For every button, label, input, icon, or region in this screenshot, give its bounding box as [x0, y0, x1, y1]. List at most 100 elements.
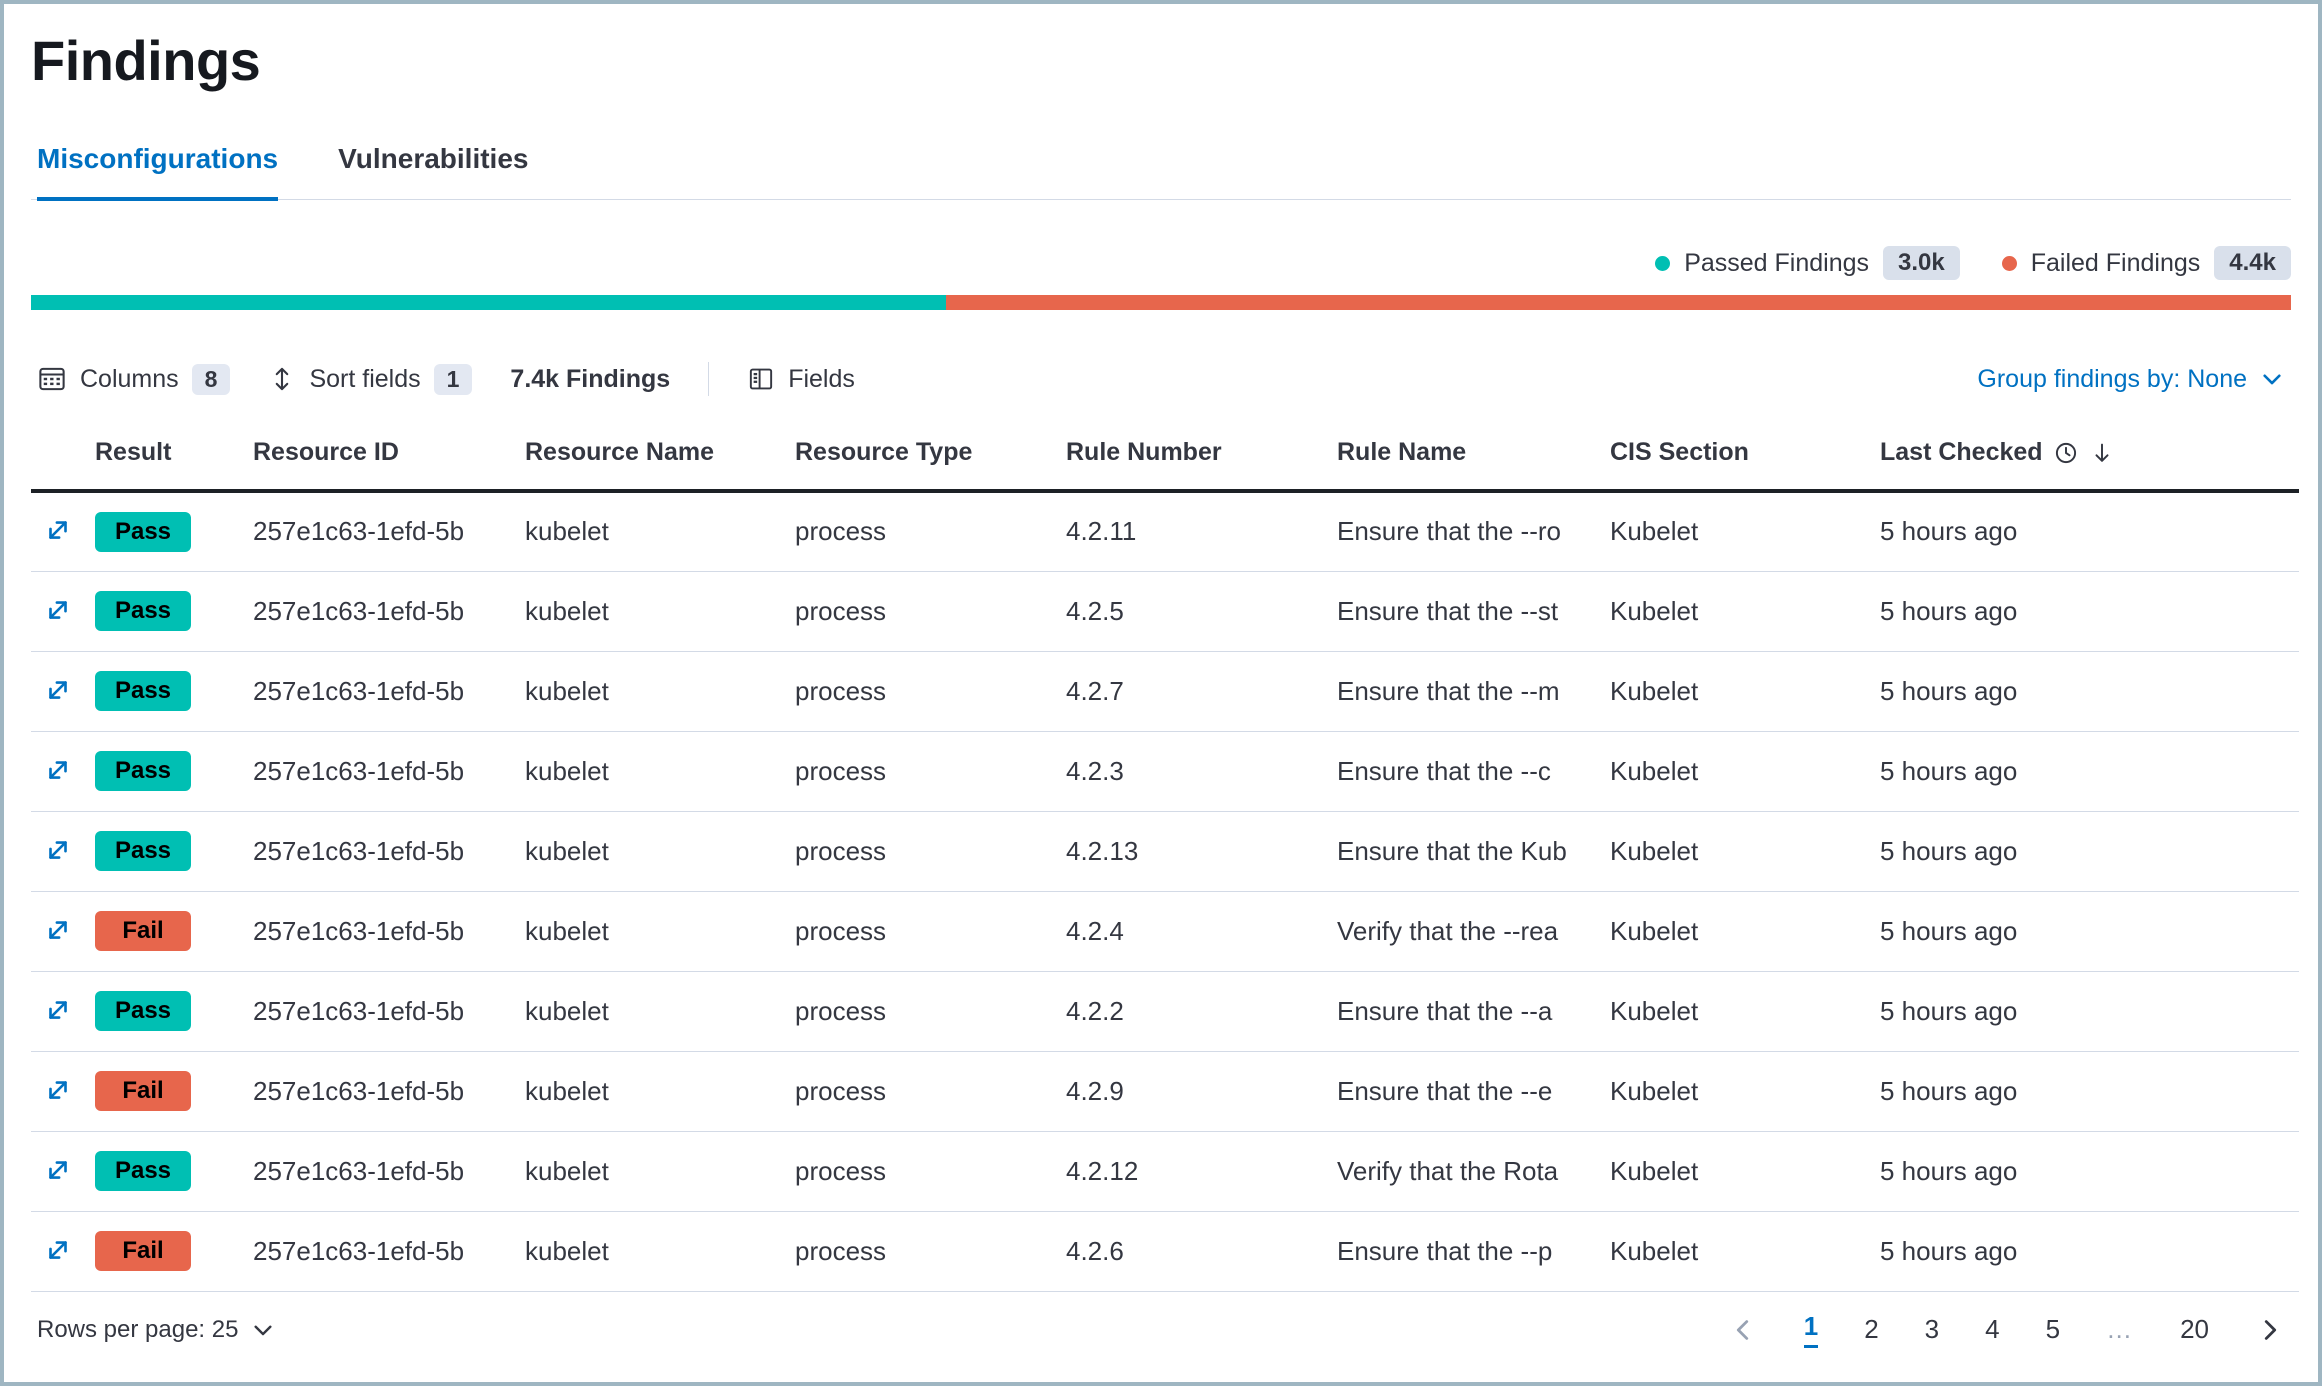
expand-row-button[interactable] [39, 911, 77, 949]
expand-row-button[interactable] [39, 831, 77, 869]
resource-id-cell: 257e1c63-1efd-5b [251, 971, 523, 1051]
pagination-page-2[interactable]: 2 [1864, 1314, 1878, 1345]
expand-row-button[interactable] [39, 1151, 77, 1189]
tab-misconfigurations[interactable]: Misconfigurations [37, 143, 278, 201]
tab-bar: Misconfigurations Vulnerabilities [31, 143, 2291, 200]
chevron-down-icon [250, 1317, 276, 1343]
chevron-down-icon [2259, 366, 2285, 392]
passed-dot-icon [1655, 256, 1670, 271]
result-badge: Fail [95, 911, 191, 951]
expand-icon [43, 515, 73, 545]
columns-button[interactable]: Columns 8 [37, 364, 230, 395]
expand-row-button[interactable] [39, 511, 77, 549]
header-resource-type[interactable]: Resource Type [793, 422, 1064, 491]
pagination-page-4[interactable]: 4 [1985, 1314, 1999, 1345]
rows-per-page-button[interactable]: Rows per page: 25 [37, 1316, 276, 1344]
rule-number-cell: 4.2.4 [1064, 891, 1335, 971]
distribution-bar-failed[interactable] [946, 295, 2291, 310]
rule-name-cell: Verify that the --rea [1335, 891, 1608, 971]
rule-name-cell: Ensure that the Kub [1335, 811, 1608, 891]
resource-type-cell: process [793, 491, 1064, 571]
columns-label: Columns [80, 365, 179, 394]
expand-row-button[interactable] [39, 591, 77, 629]
resource-id-cell: 257e1c63-1efd-5b [251, 1051, 523, 1131]
resource-type-cell: process [793, 571, 1064, 651]
rule-number-cell: 4.2.13 [1064, 811, 1335, 891]
result-badge: Pass [95, 591, 191, 631]
header-resource-id[interactable]: Resource ID [251, 422, 523, 491]
header-last-checked[interactable]: Last Checked [1878, 422, 2299, 491]
pagination-page-20[interactable]: 20 [2180, 1314, 2209, 1345]
pagination-page-3[interactable]: 3 [1925, 1314, 1939, 1345]
resource-name-cell: kubelet [523, 1211, 793, 1291]
last-checked-cell: 5 hours ago [1878, 731, 2299, 811]
last-checked-cell: 5 hours ago [1878, 1051, 2299, 1131]
last-checked-cell: 5 hours ago [1878, 811, 2299, 891]
rule-number-cell: 4.2.11 [1064, 491, 1335, 571]
rule-name-cell: Verify that the Rota [1335, 1131, 1608, 1211]
result-cell: Pass [93, 491, 251, 571]
expand-cell [31, 1211, 93, 1291]
resource-id-cell: 257e1c63-1efd-5b [251, 1131, 523, 1211]
pagination-pages: 12345…20 [1804, 1311, 2209, 1348]
cis-section-cell: Kubelet [1608, 491, 1878, 571]
table-row: Pass 257e1c63-1efd-5b kubelet process 4.… [31, 971, 2299, 1051]
cis-section-cell: Kubelet [1608, 971, 1878, 1051]
resource-type-cell: process [793, 1131, 1064, 1211]
pagination-next-button[interactable] [2255, 1315, 2285, 1345]
table-footer: Rows per page: 25 12345…20 [31, 1292, 2291, 1366]
expand-row-button[interactable] [39, 671, 77, 709]
resource-id-cell: 257e1c63-1efd-5b [251, 571, 523, 651]
result-badge: Pass [95, 671, 191, 711]
expand-icon [43, 995, 73, 1025]
pagination-page-1[interactable]: 1 [1804, 1311, 1818, 1348]
expand-icon [43, 1075, 73, 1105]
header-rule-name[interactable]: Rule Name [1335, 422, 1608, 491]
rule-number-cell: 4.2.7 [1064, 651, 1335, 731]
toolbar-left: Columns 8 Sort fields 1 7.4k Findings [37, 362, 855, 396]
clock-icon [2053, 440, 2079, 466]
rule-number-cell: 4.2.2 [1064, 971, 1335, 1051]
table-row: Fail 257e1c63-1efd-5b kubelet process 4.… [31, 1051, 2299, 1131]
expand-row-button[interactable] [39, 751, 77, 789]
distribution-legend: Passed Findings 3.0k Failed Findings 4.4… [31, 246, 2291, 280]
resource-name-cell: kubelet [523, 1131, 793, 1211]
last-checked-cell: 5 hours ago [1878, 651, 2299, 731]
pagination-prev-button[interactable] [1728, 1315, 1758, 1345]
table-header-row: Result Resource ID Resource Name Resourc… [31, 422, 2299, 491]
findings-total: 7.4k Findings [510, 365, 670, 394]
distribution-bar-passed[interactable] [31, 295, 946, 310]
rule-name-cell: Ensure that the --e [1335, 1051, 1608, 1131]
header-cis-section[interactable]: CIS Section [1608, 422, 1878, 491]
expand-cell [31, 731, 93, 811]
header-result[interactable]: Result [93, 422, 251, 491]
result-cell: Pass [93, 571, 251, 651]
expand-row-button[interactable] [39, 1071, 77, 1109]
tab-vulnerabilities[interactable]: Vulnerabilities [338, 143, 528, 199]
expand-row-button[interactable] [39, 991, 77, 1029]
sort-fields-button[interactable]: Sort fields 1 [268, 364, 472, 395]
fields-button[interactable]: Fields [747, 365, 855, 394]
pagination-page-5[interactable]: 5 [2046, 1314, 2060, 1345]
header-resource-name[interactable]: Resource Name [523, 422, 793, 491]
header-rule-number[interactable]: Rule Number [1064, 422, 1335, 491]
legend-passed: Passed Findings 3.0k [1655, 246, 1960, 280]
passed-label: Passed Findings [1684, 249, 1869, 278]
rule-name-cell: Ensure that the --p [1335, 1211, 1608, 1291]
expand-cell [31, 971, 93, 1051]
result-cell: Pass [93, 971, 251, 1051]
group-findings-by-button[interactable]: Group findings by: None [1977, 365, 2285, 394]
result-cell: Pass [93, 811, 251, 891]
table-row: Fail 257e1c63-1efd-5b kubelet process 4.… [31, 1211, 2299, 1291]
rule-name-cell: Ensure that the --ro [1335, 491, 1608, 571]
resource-type-cell: process [793, 971, 1064, 1051]
result-cell: Pass [93, 651, 251, 731]
result-badge: Pass [95, 831, 191, 871]
rule-number-cell: 4.2.9 [1064, 1051, 1335, 1131]
expand-row-button[interactable] [39, 1231, 77, 1269]
resource-id-cell: 257e1c63-1efd-5b [251, 811, 523, 891]
expand-cell [31, 571, 93, 651]
resource-name-cell: kubelet [523, 491, 793, 571]
rule-number-cell: 4.2.3 [1064, 731, 1335, 811]
expand-cell [31, 1131, 93, 1211]
